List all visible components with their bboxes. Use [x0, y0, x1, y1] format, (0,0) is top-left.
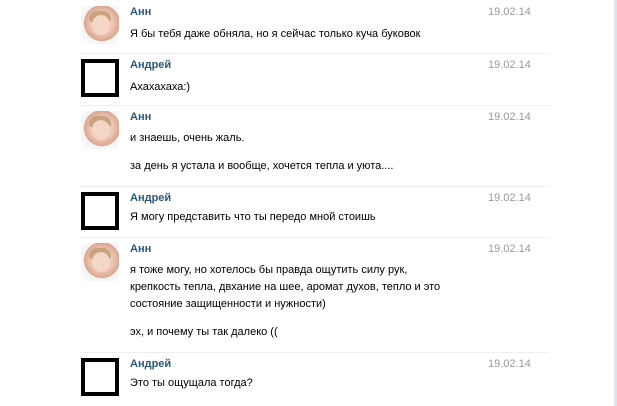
message-text: состояние защищенности и нужности): [130, 298, 326, 310]
message-text: и знаешь, очень жаль.: [130, 132, 245, 144]
author-name[interactable]: Анн: [130, 111, 151, 123]
message-date[interactable]: 19.02.14: [488, 243, 531, 255]
message-text: Я могу представить что ты передо мной ст…: [130, 211, 376, 223]
message-date[interactable]: 19.02.14: [488, 358, 531, 370]
message-date[interactable]: 19.02.14: [488, 192, 531, 204]
message-date[interactable]: 19.02.14: [488, 59, 531, 71]
author-name[interactable]: Андрей: [130, 59, 171, 71]
author-name[interactable]: Андрей: [130, 358, 171, 370]
message-text: Это ты ощущала тогда?: [130, 377, 253, 389]
message-text: Ахахахаха:): [130, 81, 191, 93]
avatar[interactable]: [81, 59, 119, 97]
avatar[interactable]: [81, 6, 119, 44]
avatar[interactable]: [81, 192, 119, 230]
avatar[interactable]: [81, 358, 119, 396]
message-date[interactable]: 19.02.14: [488, 6, 531, 18]
message-text: эх, и почему ты так далеко ((: [130, 326, 278, 338]
message-date[interactable]: 19.02.14: [488, 111, 531, 123]
message-text: за день я устала и вообще, хочется тепла…: [130, 160, 394, 172]
avatar[interactable]: [81, 111, 119, 149]
message-text: крепкость тепла, двхание на шее, аромат …: [130, 281, 441, 293]
avatar[interactable]: [81, 243, 119, 281]
author-name[interactable]: Анн: [130, 243, 151, 255]
message-text: я тоже могу, но хотелось бы правда ощути…: [130, 264, 408, 276]
message-text: Я бы тебя даже обняла, но я сейчас тольк…: [130, 28, 421, 40]
author-name[interactable]: Андрей: [130, 192, 171, 204]
author-name[interactable]: Анн: [130, 6, 151, 18]
